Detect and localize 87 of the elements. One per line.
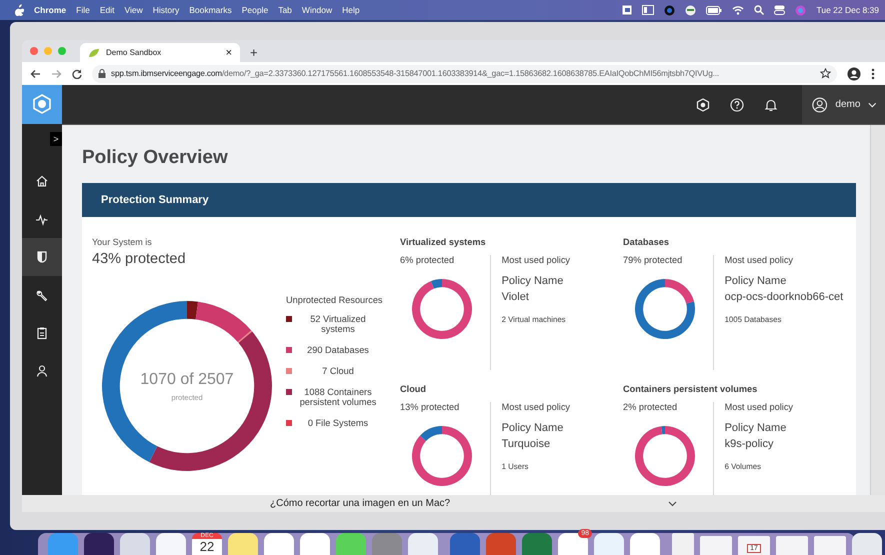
- policy-label: Most used policy: [502, 402, 572, 412]
- star-icon[interactable]: [820, 68, 831, 79]
- policy-name-label: Policy Name: [502, 421, 564, 436]
- wifi-icon[interactable]: [732, 5, 744, 15]
- app-icon[interactable]: [84, 533, 114, 555]
- lock-icon: [98, 69, 106, 78]
- menu-icon[interactable]: [871, 68, 875, 80]
- app-menu[interactable]: Chrome: [34, 5, 66, 15]
- leaf-icon: [88, 48, 100, 58]
- new-tab-button[interactable]: +: [250, 45, 258, 60]
- apple-icon[interactable]: [14, 4, 24, 16]
- policy-label: Most used policy: [724, 255, 794, 265]
- window-thumbnail[interactable]: [776, 536, 808, 555]
- legend-label: 290 Databases: [306, 345, 370, 355]
- legend-label: 1088 Containers persistent volumes: [298, 387, 378, 407]
- legend-label: 52 Virtualized systems: [309, 314, 367, 334]
- user-icon: [35, 364, 49, 378]
- close-button[interactable]: ×: [226, 46, 232, 58]
- policy-name: k9s-policy: [724, 437, 774, 452]
- page-title: Policy Overview: [82, 147, 229, 169]
- screen-icon[interactable]: [622, 5, 632, 15]
- window-title: ¿Cómo recortar una imagen en un Mac?: [270, 498, 452, 509]
- category-title: Cloud: [400, 384, 428, 394]
- category-title: Containers persistent volumes: [623, 384, 758, 394]
- logo-icon[interactable]: [22, 85, 62, 124]
- policy-label: Most used policy: [502, 255, 572, 265]
- protected-percent: 79% protected: [623, 255, 684, 265]
- nav-item[interactable]: [22, 238, 62, 276]
- search-icon[interactable]: [754, 5, 764, 15]
- address-bar[interactable]: spp.tsm.ibmserviceengage.com/demo/?_ga=2.3373360.127175561.1608553548-315847001.1603383914&_gac=1.15863682.1608638785.EAIaIQobChMI56mjtsbh7QIVUg...: [92, 64, 837, 82]
- legend-label: 7 Cloud: [321, 366, 355, 376]
- clock: Tue 22 Dec 8:39: [816, 5, 879, 15]
- menu-item[interactable]: History: [152, 5, 180, 15]
- window-thumbnail[interactable]: [700, 536, 732, 555]
- system-value: 43% protected: [92, 251, 187, 267]
- window-thumbnail[interactable]: [814, 536, 846, 555]
- battery-icon[interactable]: [706, 6, 722, 14]
- system-label: Your System is: [92, 237, 153, 247]
- policy-name-label: Policy Name: [502, 274, 564, 289]
- url-text: spp.tsm.ibmserviceengage.com/demo/?_ga=2.3373360.127175561.1608553548-315847001.1603383914&_gac=1.15863682.1608638785.EAIaIQobChMI56mjtsbh7QIVUg...: [111, 69, 720, 78]
- policy-name: Violet: [502, 290, 530, 305]
- card-header: Protection Summary: [82, 183, 856, 217]
- legend-title: Unprotected Resources: [286, 295, 383, 305]
- bell-icon[interactable]: [764, 98, 778, 112]
- policy-name-label: Policy Name: [724, 274, 788, 289]
- policy-name-label: Policy Name: [724, 421, 788, 436]
- profile-icon[interactable]: [847, 66, 861, 80]
- hexagon-icon[interactable]: [696, 98, 710, 112]
- user-menu[interactable]: demo: [802, 85, 885, 124]
- clipboard-icon: [35, 326, 49, 340]
- back-arrow-icon[interactable]: [30, 68, 41, 78]
- orb-icon[interactable]: [795, 4, 806, 16]
- user-avatar-icon: [812, 96, 828, 114]
- policy-label: Most used policy: [724, 402, 794, 412]
- chevron-icon[interactable]: [668, 500, 677, 506]
- policy-name: Turquoise: [502, 437, 552, 452]
- menu-item[interactable]: Tab: [278, 5, 292, 15]
- category-title: Virtualized systems: [400, 237, 487, 247]
- menu-item[interactable]: View: [124, 5, 143, 15]
- protected-percent: 13% protected: [400, 402, 460, 412]
- expand-button[interactable]: >: [50, 132, 62, 146]
- policy-name: ocp-ocs-doorknob66-cet: [724, 290, 844, 305]
- protected-percent: 2% protected: [623, 402, 678, 412]
- tab-title: Demo Sandbox: [106, 48, 162, 57]
- panel-icon[interactable]: [642, 5, 654, 15]
- menu-item[interactable]: People: [242, 5, 268, 15]
- reload-icon[interactable]: [72, 68, 82, 78]
- menu-item[interactable]: Help: [342, 5, 360, 15]
- toggle-icon[interactable]: [774, 5, 786, 15]
- protected-percent: 6% protected: [400, 255, 456, 265]
- donut-total: 1070 of 2507: [139, 371, 235, 389]
- caret-icon: [868, 102, 877, 108]
- circle-icon[interactable]: [664, 4, 676, 16]
- home-icon: [35, 174, 49, 188]
- menu-item[interactable]: Window: [302, 5, 332, 15]
- forward-arrow-icon[interactable]: [51, 68, 62, 78]
- menu-item[interactable]: File: [76, 5, 90, 15]
- category-title: Databases: [623, 237, 670, 247]
- app-icon[interactable]: [852, 533, 882, 555]
- menu-item[interactable]: Edit: [100, 5, 114, 15]
- wrench-icon: [35, 288, 49, 302]
- help-icon[interactable]: [730, 98, 744, 112]
- browser-tab[interactable]: Demo Sandbox ×: [80, 43, 240, 62]
- pulse-icon: [35, 212, 49, 226]
- shield-icon: [35, 250, 49, 264]
- menu-item[interactable]: Bookmarks: [189, 5, 232, 15]
- legend-label: 0 File Systems: [306, 418, 370, 428]
